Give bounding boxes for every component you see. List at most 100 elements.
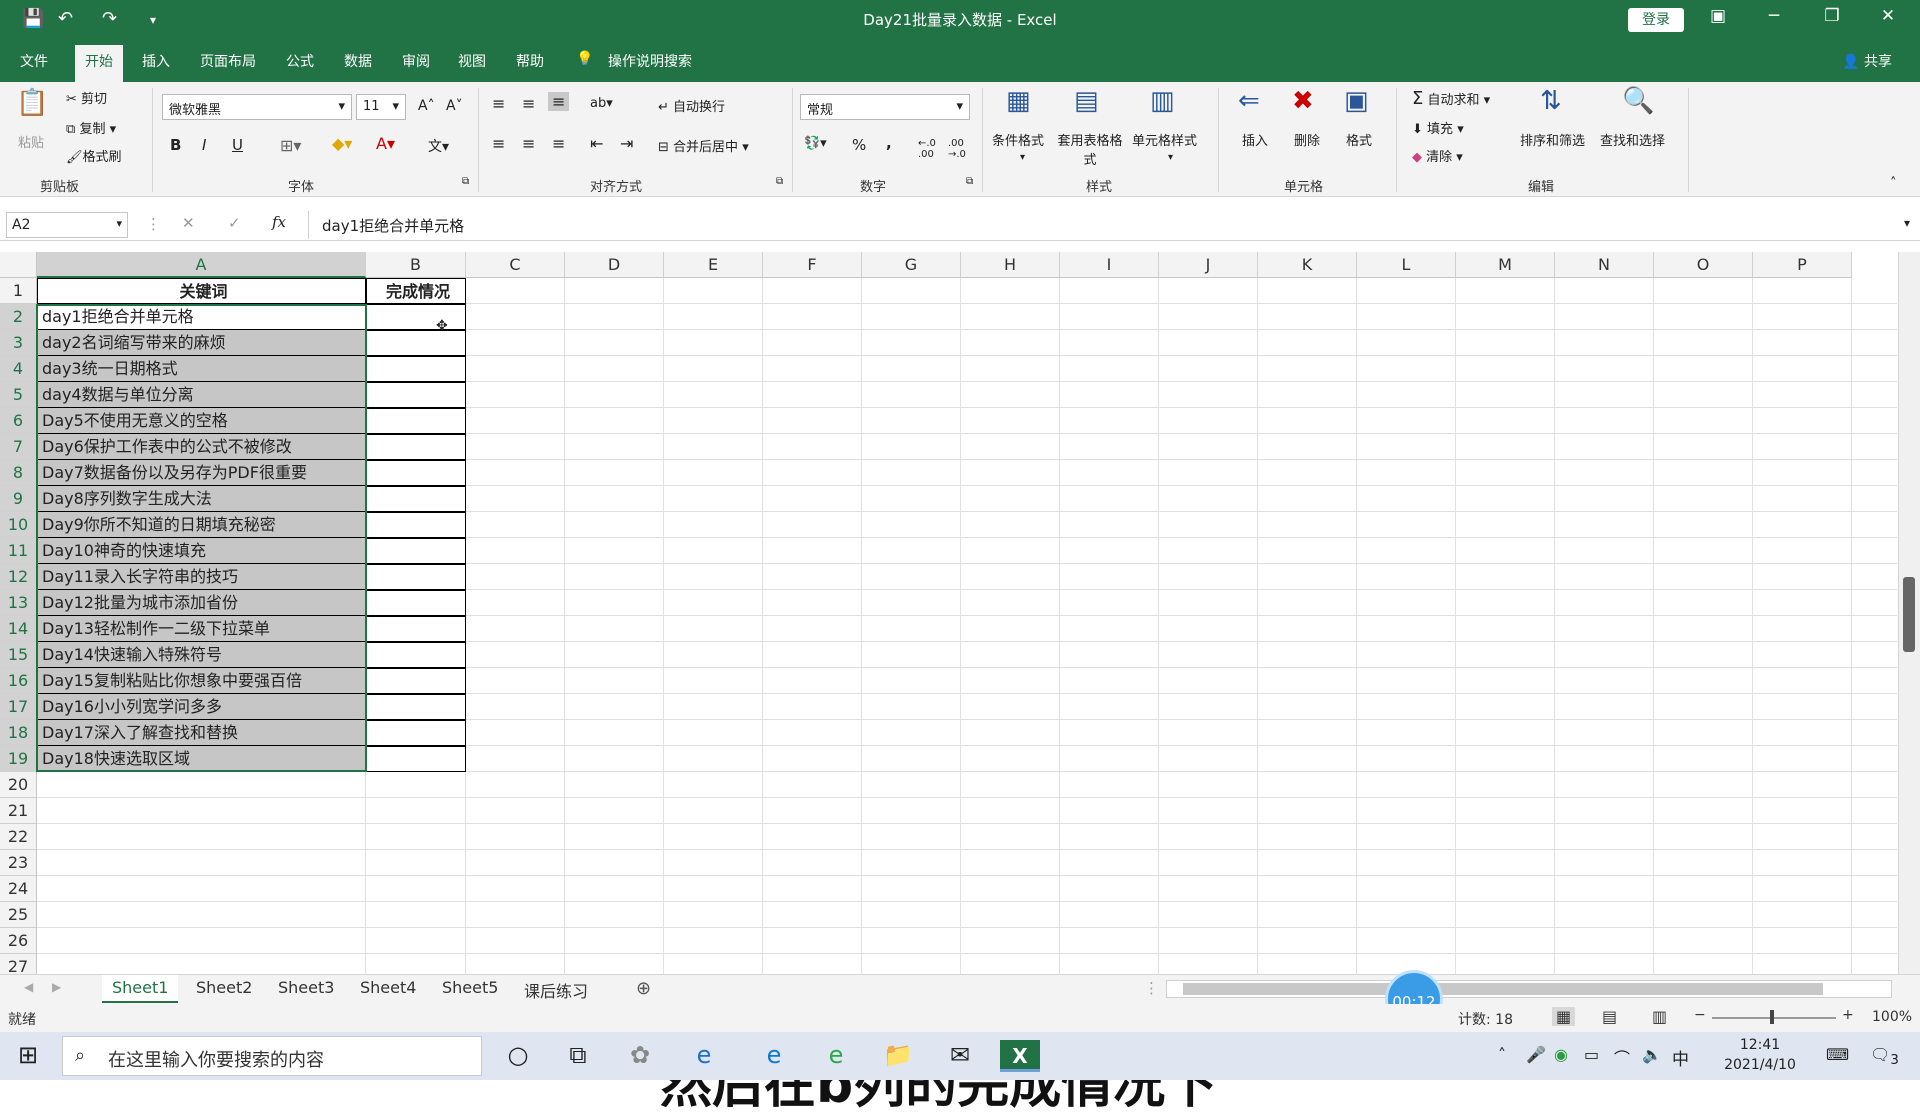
zoom-in-icon[interactable]: + xyxy=(1842,1007,1854,1023)
font-dialog-launcher-icon[interactable]: ⧉ xyxy=(462,176,469,187)
insert-cells-icon[interactable]: ⇐ xyxy=(1238,86,1260,116)
add-sheet-icon[interactable]: ⊕ xyxy=(636,978,651,999)
row-header[interactable]: 14 xyxy=(0,616,37,642)
copy-button[interactable]: ⧉ 复制 ▾ xyxy=(66,118,116,137)
keyword-cell[interactable]: Day7数据备份以及另存为PDF很重要 xyxy=(37,460,366,486)
column-header[interactable]: B xyxy=(366,252,466,278)
scrollbar-thumb[interactable] xyxy=(1903,577,1915,652)
align-bottom-icon[interactable]: ≡ xyxy=(548,92,570,111)
keyword-cell[interactable]: Day6保护工作表中的公式不被修改 xyxy=(37,434,366,460)
sort-filter-icon[interactable]: ⇅ xyxy=(1540,86,1562,116)
keyword-cell[interactable]: day4数据与单位分离 xyxy=(37,382,366,408)
sheet-tab-sheet2[interactable]: Sheet2 xyxy=(186,975,262,1003)
status-cell[interactable] xyxy=(366,590,466,616)
decrease-decimal-icon[interactable]: .00 →.0 xyxy=(948,138,966,160)
row-header[interactable]: 16 xyxy=(0,668,37,694)
status-cell[interactable] xyxy=(366,356,466,382)
align-right-icon[interactable]: ≡ xyxy=(552,134,565,153)
row-header[interactable]: 1 xyxy=(0,278,37,304)
row-header[interactable]: 17 xyxy=(0,694,37,720)
font-name-dropdown[interactable]: 微软雅黑 ▾ xyxy=(162,94,352,120)
paste-button[interactable]: 粘贴 xyxy=(18,132,44,151)
column-header[interactable]: A xyxy=(37,252,366,278)
keyword-cell[interactable]: Day17深入了解查找和替换 xyxy=(37,720,366,746)
worksheet-grid[interactable]: ABCDEFGHIJKLMNOP 1 2 3 4 5 6 7 8 9 10 11 12 13 14 15 16… xyxy=(0,252,1920,1115)
enter-icon[interactable]: ✓ xyxy=(228,214,241,232)
align-left-icon[interactable]: ≡ xyxy=(492,134,505,153)
align-top-icon[interactable]: ≡ xyxy=(492,94,505,113)
row-header[interactable]: 23 xyxy=(0,850,37,876)
column-header[interactable]: F xyxy=(763,252,862,278)
status-cell[interactable] xyxy=(366,642,466,668)
sheet-tab-sheet3[interactable]: Sheet3 xyxy=(268,975,344,1003)
alignment-dialog-launcher-icon[interactable]: ⧉ xyxy=(776,176,783,187)
row-header[interactable]: 4 xyxy=(0,356,37,382)
sheet-tab-sheet1[interactable]: Sheet1 xyxy=(102,975,179,1003)
ie-icon[interactable]: e xyxy=(684,1041,724,1069)
excel-taskbar-icon[interactable]: X xyxy=(1000,1040,1040,1072)
splitter-icon[interactable]: ⋮ xyxy=(1144,979,1159,997)
battery-icon[interactable]: ▭ xyxy=(1584,1045,1599,1064)
status-cell[interactable] xyxy=(366,538,466,564)
cut-button[interactable]: ✂ 剪切 xyxy=(66,88,107,107)
keyword-cell[interactable]: Day9你所不知道的日期填充秘密 xyxy=(37,512,366,538)
prev-sheet-icon[interactable]: ◀ xyxy=(24,980,33,994)
row-header[interactable]: 12 xyxy=(0,564,37,590)
row-header[interactable]: 20 xyxy=(0,772,37,798)
zoom-slider-thumb[interactable] xyxy=(1770,1010,1774,1024)
formula-input[interactable]: day1拒绝合并单元格 xyxy=(322,215,464,236)
clear-button[interactable]: ◆ 清除 ▾ xyxy=(1412,146,1463,165)
increase-indent-icon[interactable]: ⇥ xyxy=(620,134,633,153)
column-header[interactable]: N xyxy=(1555,252,1654,278)
keyword-cell[interactable]: Day13轻松制作一二级下拉菜单 xyxy=(37,616,366,642)
tab-review[interactable]: 审阅 xyxy=(402,51,430,71)
keyword-cell[interactable]: Day12批量为城市添加省份 xyxy=(37,590,366,616)
fill-button[interactable]: ⬇ 填充 ▾ xyxy=(1412,118,1464,137)
windows-start-icon[interactable]: ⊞ xyxy=(8,1041,48,1069)
microphone-icon[interactable]: 🎤 xyxy=(1526,1045,1546,1064)
tab-insert[interactable]: 插入 xyxy=(142,51,170,71)
keyword-cell[interactable]: Day18快速选取区域 xyxy=(37,746,366,772)
tab-home[interactable]: 开始 xyxy=(75,45,123,82)
status-cell[interactable] xyxy=(366,330,466,356)
cancel-icon[interactable]: ✕ xyxy=(182,214,195,232)
row-header[interactable]: 19 xyxy=(0,746,37,772)
column-header[interactable]: L xyxy=(1357,252,1456,278)
zoom-out-icon[interactable]: − xyxy=(1694,1007,1706,1023)
bold-button[interactable]: B xyxy=(170,136,181,154)
header-cell-keyword[interactable]: 关键词 xyxy=(37,278,366,304)
font-size-dropdown[interactable]: 11 ▾ xyxy=(356,94,406,120)
tell-me-search[interactable]: 操作说明搜索 xyxy=(608,51,692,71)
tab-view[interactable]: 视图 xyxy=(458,51,486,71)
row-header[interactable]: 18 xyxy=(0,720,37,746)
row-header[interactable]: 25 xyxy=(0,902,37,928)
align-center-icon[interactable]: ≡ xyxy=(522,134,535,153)
show-hidden-icons[interactable]: ˄ xyxy=(1498,1045,1506,1064)
row-header[interactable]: 8 xyxy=(0,460,37,486)
conditional-format-button[interactable]: 条件格式 xyxy=(992,130,1044,149)
zoom-slider[interactable] xyxy=(1712,1017,1836,1019)
collapse-ribbon-icon[interactable]: ˄ xyxy=(1890,176,1897,191)
normal-view-icon[interactable]: ▦ xyxy=(1552,1007,1576,1026)
zoom-level[interactable]: 100% xyxy=(1872,1009,1912,1025)
increase-decimal-icon[interactable]: ←.0.00 xyxy=(918,138,936,160)
cell-styles-icon[interactable]: ▥ xyxy=(1150,86,1175,116)
tab-data[interactable]: 数据 xyxy=(344,51,372,71)
find-select-button[interactable]: 查找和选择 xyxy=(1600,130,1665,149)
fill-color-icon[interactable]: ◆▾ xyxy=(332,134,352,153)
grow-font-icon[interactable]: A˄ xyxy=(418,98,435,114)
tab-file[interactable]: 文件 xyxy=(20,51,48,71)
number-format-dropdown[interactable]: 常规 ▾ xyxy=(800,94,970,120)
keyword-cell[interactable]: Day8序列数字生成大法 xyxy=(37,486,366,512)
next-sheet-icon[interactable]: ▶ xyxy=(52,980,61,994)
row-header[interactable]: 22 xyxy=(0,824,37,850)
comma-button[interactable]: , xyxy=(886,134,892,152)
status-cell[interactable] xyxy=(366,746,466,772)
column-header[interactable]: C xyxy=(466,252,565,278)
status-cell[interactable] xyxy=(366,564,466,590)
row-header[interactable]: 26 xyxy=(0,928,37,954)
keyword-cell[interactable]: Day14快速输入特殊符号 xyxy=(37,642,366,668)
column-header[interactable]: G xyxy=(862,252,961,278)
autosum-button[interactable]: Σ 自动求和 ▾ xyxy=(1412,88,1490,109)
phonetic-icon[interactable]: 文▾ xyxy=(428,136,449,156)
